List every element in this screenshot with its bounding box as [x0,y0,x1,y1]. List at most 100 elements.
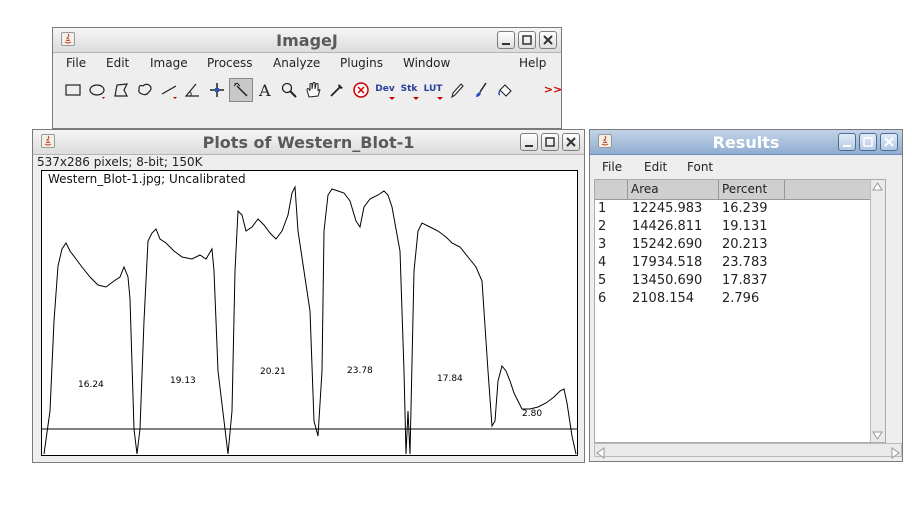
scroll-arrows-icon [872,182,883,440]
row-percent: 19.131 [722,219,768,234]
plot-canvas[interactable]: Western_Blot-1.jpg; Uncalibrated 16.24 1… [41,170,578,456]
close-button[interactable] [880,133,898,151]
column-header-area[interactable]: Area [628,180,719,199]
row-percent: 2.796 [722,291,760,306]
band-label-4: 23.78 [347,366,373,376]
menu-plugins[interactable]: Plugins [340,56,383,70]
results-menu-font[interactable]: Font [687,160,713,174]
text-tool[interactable]: A [253,78,277,102]
minimize-button[interactable] [497,31,515,49]
freehand-tool-icon [138,83,152,96]
row-percent: 23.783 [722,255,768,270]
minimize-button[interactable] [520,133,538,151]
row-area: 15242.690 [632,237,703,252]
imagej-toolbar: A Dev Stk LUT >> [61,78,562,102]
wand-tool-icon [233,82,248,97]
row-area: 12245.983 [632,201,703,216]
imagej-titlebar[interactable]: ImageJ [53,28,561,53]
lut-menu-tool[interactable]: LUT [421,78,445,102]
row-area: 2108.154 [632,291,695,306]
point-tool[interactable] [205,78,229,102]
scroll-arrows-icon [596,447,900,459]
close-button[interactable] [539,31,557,49]
results-titlebar[interactable]: Results [590,130,902,155]
dropdown-arrow-icon [389,97,395,100]
plots-titlebar[interactable]: Plots of Western_Blot-1 [33,130,584,155]
more-tools-icon: >> [543,83,562,96]
more-tools-button[interactable]: >> [541,78,562,102]
row-index: 5 [598,273,607,288]
band-label-1: 16.24 [78,380,104,390]
oval-tool-icon [89,84,105,99]
menu-process[interactable]: Process [207,56,253,70]
close-button[interactable] [562,133,580,151]
column-header-index[interactable] [595,180,628,199]
results-table[interactable]: Area Percent 1 12245.983 16.239 2 14426.811… [594,179,886,443]
results-menu-edit[interactable]: Edit [644,160,667,174]
close-icon [884,137,894,147]
imagej-window: ImageJ File Edit Image Process Analyze P… [52,27,562,129]
horizontal-scrollbar[interactable] [594,443,902,459]
text-tool-icon: A [258,81,271,99]
band-label-5: 17.84 [437,374,463,384]
table-row[interactable]: 6 2108.154 2.796 [595,290,885,308]
maximize-button[interactable] [541,133,559,151]
minimize-button[interactable] [838,133,856,151]
pencil-tool-icon [451,83,464,99]
stop-tool[interactable] [349,78,373,102]
polygon-tool[interactable] [109,78,133,102]
maximize-icon [522,35,532,45]
menu-analyze[interactable]: Analyze [273,56,320,70]
table-row[interactable]: 1 12245.983 16.239 [595,200,885,218]
results-window: Results File Edit Font Area Percent 1 122… [589,129,903,462]
row-percent: 16.239 [722,201,768,216]
close-stop-tool-icon [353,82,369,98]
maximize-button[interactable] [859,133,877,151]
developer-menu-tool[interactable]: Dev [373,78,397,102]
band-label-6: 2.80 [522,409,543,419]
close-icon [566,137,576,147]
freehand-tool[interactable] [133,78,157,102]
oval-tool[interactable] [85,78,109,102]
menu-image[interactable]: Image [150,56,188,70]
results-menu-file[interactable]: File [602,160,622,174]
table-row[interactable]: 2 14426.811 19.131 [595,218,885,236]
column-header-percent[interactable]: Percent [719,180,785,199]
flood-fill-tool-icon [498,84,512,97]
table-row[interactable]: 5 13450.690 17.837 [595,272,885,290]
menu-edit[interactable]: Edit [106,56,129,70]
table-row[interactable]: 3 15242.690 20.213 [595,236,885,254]
menu-window[interactable]: Window [403,56,450,70]
stack-menu-tool[interactable]: Stk [397,78,421,102]
results-menubar: File Edit Font [590,155,902,177]
rectangle-tool[interactable] [61,78,85,102]
magnifier-tool-icon [281,82,297,98]
color-picker-tool[interactable] [325,78,349,102]
row-index: 1 [598,201,607,216]
pencil-tool[interactable] [445,78,469,102]
wand-tool[interactable] [229,78,253,102]
angle-tool[interactable] [181,78,205,102]
magnifier-tool[interactable] [277,78,301,102]
straight-line-tool-icon [161,85,177,99]
polygon-tool-icon [114,83,129,97]
menu-file[interactable]: File [66,56,86,70]
table-row[interactable]: 4 17934.518 23.783 [595,254,885,272]
dropdown-arrow-icon [413,97,419,100]
hand-tool-icon [306,82,321,98]
flood-fill-tool[interactable] [493,78,517,102]
vertical-scrollbar[interactable] [870,180,885,442]
brush-tool[interactable] [469,78,493,102]
minimize-icon [525,145,533,147]
color-picker-tool-icon [330,84,343,97]
table-header: Area Percent [595,180,885,200]
row-index: 2 [598,219,607,234]
hand-tool[interactable] [301,78,325,102]
menu-help[interactable]: Help [519,56,546,70]
maximize-icon [545,137,555,147]
maximize-button[interactable] [518,31,536,49]
row-percent: 20.213 [722,237,768,252]
imagej-menubar: File Edit Image Process Analyze Plugins … [53,53,561,73]
straight-line-tool[interactable] [157,78,181,102]
row-area: 14426.811 [632,219,703,234]
